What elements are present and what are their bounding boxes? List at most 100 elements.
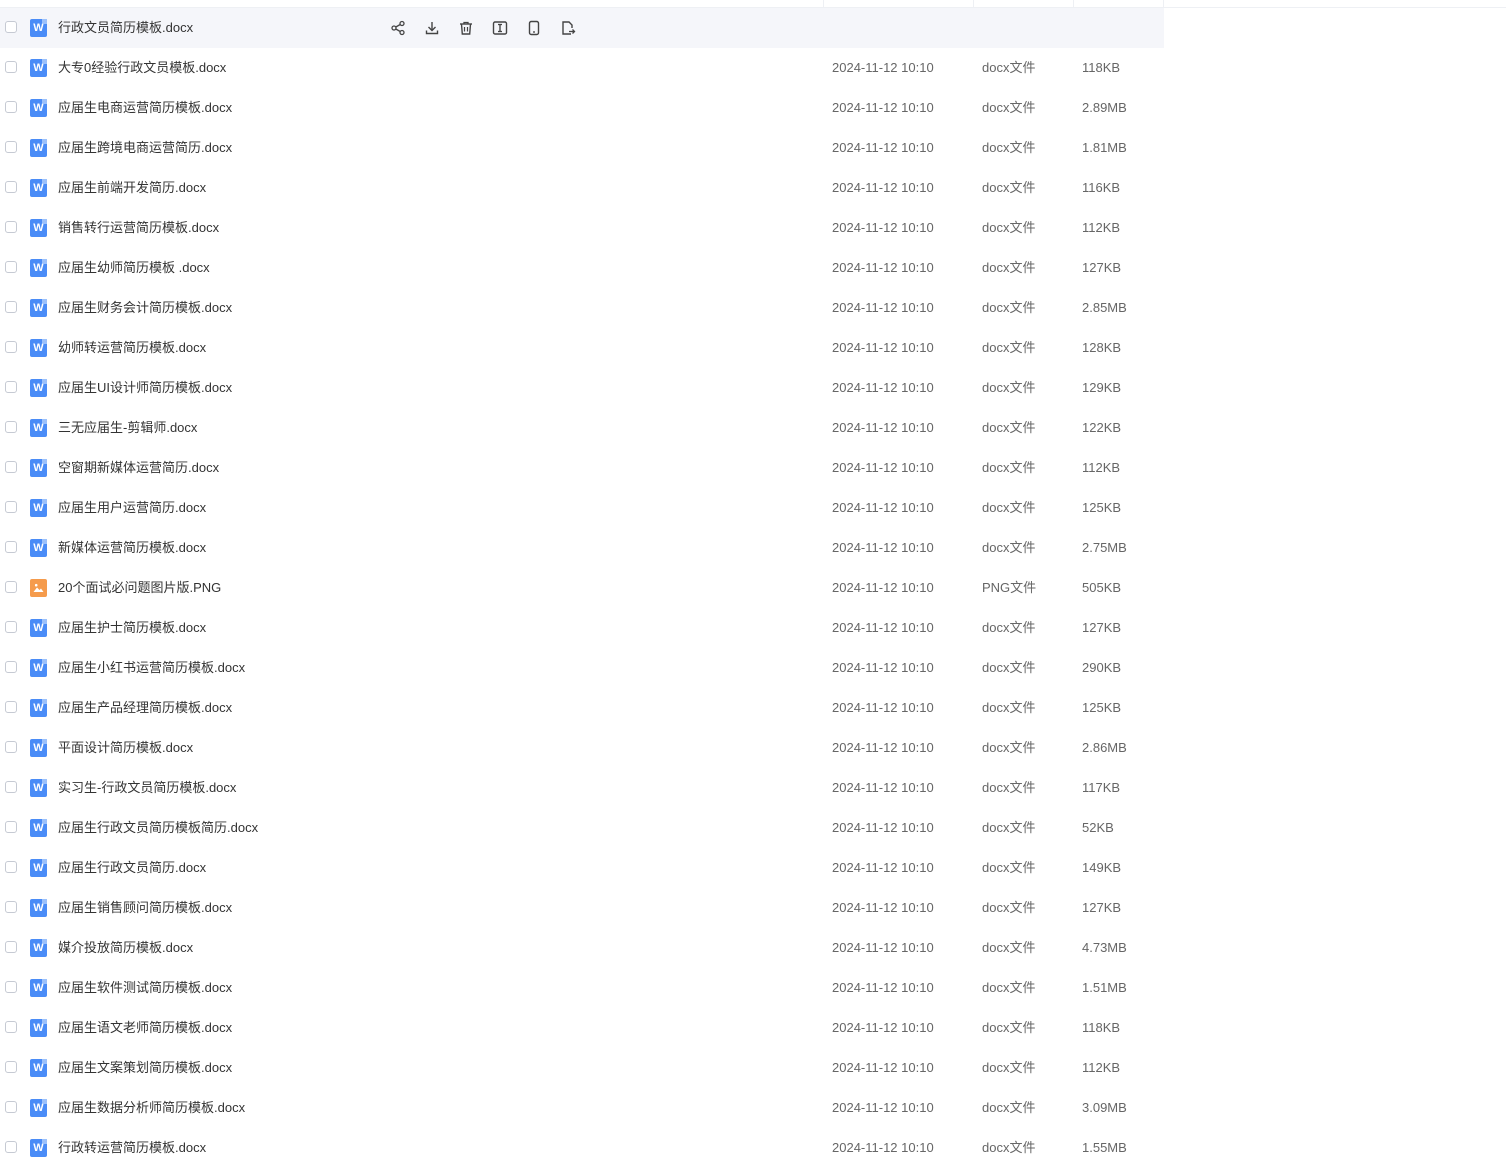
file-name[interactable]: 应届生前端开发简历.docx [58,168,206,208]
file-name[interactable]: 应届生行政文员简历.docx [58,848,206,888]
row-checkbox[interactable] [5,821,17,833]
row-checkbox[interactable] [5,941,17,953]
file-row[interactable]: W 应届生UI设计师简历模板.docx 2024-11-12 10:10 docx文件… [0,368,1164,408]
file-row[interactable]: W 应届生小红书运营简历模板.docx 2024-11-12 10:10 docx文件… [0,648,1164,688]
file-row[interactable]: W 销售转行运营简历模板.docx 2024-11-12 10:10 docx文件 11… [0,208,1164,248]
file-row[interactable]: W 应届生行政文员简历模板简历.docx 2024-11-12 10:10 docx文… [0,808,1164,848]
file-row[interactable]: W 平面设计简历模板.docx 2024-11-12 10:10 docx文件 2.86… [0,728,1164,768]
file-name[interactable]: 应届生文案策划简历模板.docx [58,1048,232,1088]
file-row[interactable]: W 新媒体运营简历模板.docx 2024-11-12 10:10 docx文件 2.7… [0,528,1164,568]
rename-icon[interactable] [491,19,509,37]
file-name[interactable]: 应届生电商运营简历模板.docx [58,88,232,128]
row-checkbox[interactable] [5,301,17,313]
file-row[interactable]: W 应届生财务会计简历模板.docx 2024-11-12 10:10 docx文件 2… [0,288,1164,328]
file-name[interactable]: 三无应届生-剪辑师.docx [58,408,197,448]
file-name[interactable]: 应届生产品经理简历模板.docx [58,688,232,728]
share-icon[interactable] [389,19,407,37]
column-divider-date[interactable] [823,0,824,7]
file-row[interactable]: W 应届生护士简历模板.docx 2024-11-12 10:10 docx文件 127… [0,608,1164,648]
row-checkbox[interactable] [5,501,17,513]
file-name[interactable]: 应届生行政文员简历模板简历.docx [58,808,258,848]
row-checkbox[interactable] [5,141,17,153]
row-checkbox[interactable] [5,861,17,873]
file-row[interactable]: W 三无应届生-剪辑师.docx 2024-11-12 10:10 docx文件 122… [0,408,1164,448]
file-row[interactable]: W 应届生跨境电商运营简历.docx 2024-11-12 10:10 docx文件 1… [0,128,1164,168]
file-name[interactable]: 行政转运营简历模板.docx [58,1128,206,1168]
row-checkbox[interactable] [5,781,17,793]
file-row[interactable]: W 应届生数据分析师简历模板.docx 2024-11-12 10:10 docx文件… [0,1088,1164,1128]
file-row[interactable]: W 空窗期新媒体运营简历.docx 2024-11-12 10:10 docx文件 11… [0,448,1164,488]
row-checkbox[interactable] [5,101,17,113]
file-date: 2024-11-12 10:10 [832,60,934,75]
download-icon[interactable] [423,19,441,37]
file-name[interactable]: 新媒体运营简历模板.docx [58,528,206,568]
file-name[interactable]: 应届生小红书运营简历模板.docx [58,648,245,688]
file-name[interactable]: 应届生财务会计简历模板.docx [58,288,232,328]
mobile-icon[interactable] [525,19,543,37]
file-name[interactable]: 应届生UI设计师简历模板.docx [58,368,232,408]
file-name[interactable]: 应届生用户运营简历.docx [58,488,206,528]
row-checkbox[interactable] [5,1141,17,1153]
row-checkbox[interactable] [5,61,17,73]
row-checkbox[interactable] [5,261,17,273]
file-row[interactable]: W 大专0经验行政文员模板.docx 2024-11-12 10:10 docx文件 1… [0,48,1164,88]
file-name[interactable]: 空窗期新媒体运营简历.docx [58,448,219,488]
row-checkbox[interactable] [5,421,17,433]
row-checkbox[interactable] [5,341,17,353]
file-row[interactable]: W 应届生销售顾问简历模板.docx 2024-11-12 10:10 docx文件 1… [0,888,1164,928]
file-name[interactable]: 大专0经验行政文员模板.docx [58,48,226,88]
row-checkbox[interactable] [5,741,17,753]
file-row[interactable]: W 行政转运营简历模板.docx 2024-11-12 10:10 docx文件 1.5… [0,1128,1164,1168]
row-checkbox[interactable] [5,181,17,193]
file-type: docx文件 [982,300,1036,315]
row-checkbox[interactable] [5,461,17,473]
file-row[interactable]: 20个面试必问题图片版.PNG 2024-11-12 10:10 PNG文件 505K… [0,568,1164,608]
file-row[interactable]: W 应届生文案策划简历模板.docx 2024-11-12 10:10 docx文件 1… [0,1048,1164,1088]
row-checkbox[interactable] [5,221,17,233]
file-name[interactable]: 平面设计简历模板.docx [58,728,193,768]
row-checkbox[interactable] [5,1101,17,1113]
file-name[interactable]: 应届生软件测试简历模板.docx [58,968,232,1008]
row-checkbox[interactable] [5,21,17,33]
row-checkbox[interactable] [5,541,17,553]
move-icon[interactable] [559,19,577,37]
row-checkbox[interactable] [5,901,17,913]
file-row[interactable]: W 媒介投放简历模板.docx 2024-11-12 10:10 docx文件 4.73… [0,928,1164,968]
file-row[interactable]: W 应届生软件测试简历模板.docx 2024-11-12 10:10 docx文件 1… [0,968,1164,1008]
file-name[interactable]: 应届生幼师简历模板 .docx [58,248,210,288]
column-divider-type[interactable] [973,0,974,7]
file-row[interactable]: W 应届生幼师简历模板 .docx 2024-11-12 10:10 docx文件 12… [0,248,1164,288]
file-row[interactable]: W 应届生语文老师简历模板.docx 2024-11-12 10:10 docx文件 1… [0,1008,1164,1048]
trash-icon[interactable] [457,19,475,37]
row-checkbox[interactable] [5,621,17,633]
file-row[interactable]: W 应届生产品经理简历模板.docx 2024-11-12 10:10 docx文件 1… [0,688,1164,728]
row-checkbox[interactable] [5,1021,17,1033]
file-name[interactable]: 实习生-行政文员简历模板.docx [58,768,236,808]
row-checkbox[interactable] [5,1061,17,1073]
file-name[interactable]: 应届生语文老师简历模板.docx [58,1008,232,1048]
file-name[interactable]: 20个面试必问题图片版.PNG [58,568,221,608]
file-row[interactable]: W 应届生行政文员简历.docx 2024-11-12 10:10 docx文件 149… [0,848,1164,888]
file-name[interactable]: 应届生跨境电商运营简历.docx [58,128,232,168]
file-name[interactable]: 应届生护士简历模板.docx [58,608,206,648]
row-checkbox[interactable] [5,661,17,673]
file-name[interactable]: 幼师转运营简历模板.docx [58,328,206,368]
file-name[interactable]: 行政文员简历模板.docx [58,8,193,48]
file-row[interactable]: W 幼师转运营简历模板.docx 2024-11-12 10:10 docx文件 128… [0,328,1164,368]
word-icon: W [30,499,47,517]
row-checkbox[interactable] [5,981,17,993]
file-row[interactable]: W 应届生前端开发简历.docx 2024-11-12 10:10 docx文件 116… [0,168,1164,208]
row-checkbox[interactable] [5,581,17,593]
file-name[interactable]: 媒介投放简历模板.docx [58,928,193,968]
column-divider-end[interactable] [1163,0,1164,7]
file-name[interactable]: 应届生数据分析师简历模板.docx [58,1088,245,1128]
file-name[interactable]: 应届生销售顾问简历模板.docx [58,888,232,928]
row-checkbox[interactable] [5,701,17,713]
file-row[interactable]: W 应届生用户运营简历.docx 2024-11-12 10:10 docx文件 125… [0,488,1164,528]
file-name[interactable]: 销售转行运营简历模板.docx [58,208,219,248]
file-row[interactable]: W 实习生-行政文员简历模板.docx 2024-11-12 10:10 docx文件… [0,768,1164,808]
column-divider-size[interactable] [1073,0,1074,7]
row-checkbox[interactable] [5,381,17,393]
file-row[interactable]: W 应届生电商运营简历模板.docx 2024-11-12 10:10 docx文件 2… [0,88,1164,128]
file-row[interactable]: W 行政文员简历模板.docx [0,8,1164,48]
